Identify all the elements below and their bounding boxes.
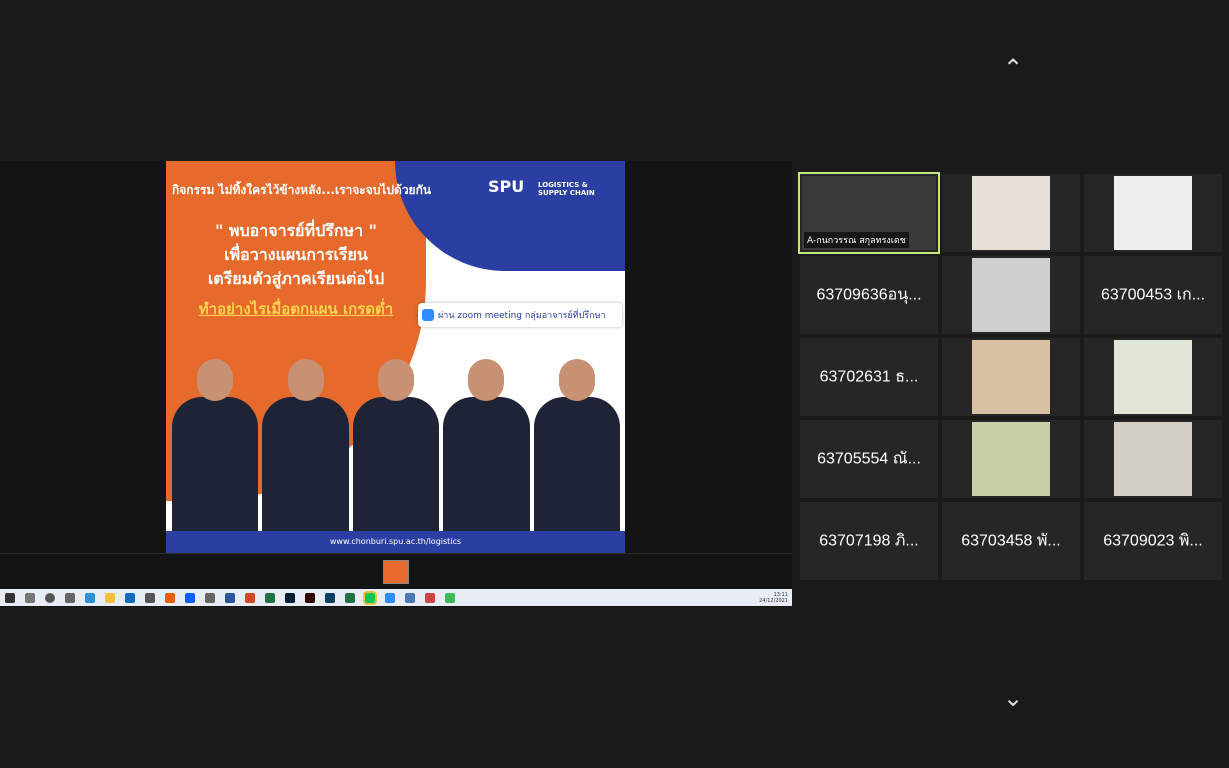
participant-tile[interactable]: A-กนกวรรณ สกุลทรงเดช: [798, 172, 940, 254]
search-icon[interactable]: [25, 592, 35, 603]
slide-footer-url: www.chonburi.spu.ac.th/logistics: [166, 531, 625, 553]
line-icon[interactable]: [363, 590, 377, 605]
participant-tile[interactable]: [942, 256, 1080, 334]
logistics-logo: LOGISTICS & SUPPLY CHAIN: [538, 181, 595, 197]
participant-video: [1114, 422, 1192, 496]
scroll-up-icon[interactable]: ⌃: [996, 56, 1030, 80]
participant-tile[interactable]: 63703458 พั...: [942, 502, 1080, 580]
paint-icon[interactable]: [425, 592, 435, 603]
photos-icon[interactable]: [405, 592, 415, 603]
zoom-meeting-badge: ผ่าน zoom meeting กลุ่มอาจารย์ที่ปรึกษา: [418, 303, 622, 327]
keyboard-icon[interactable]: [205, 592, 215, 603]
participant-video: [972, 176, 1050, 250]
firefox-icon[interactable]: [165, 592, 175, 603]
illustrator-icon[interactable]: [305, 592, 315, 603]
spu-logo: SPU: [488, 177, 525, 196]
powerpoint-icon[interactable]: [245, 592, 255, 603]
edge-icon[interactable]: [85, 592, 95, 603]
windows-taskbar: 13:11 24/12/2021: [0, 589, 792, 606]
excel-2-icon[interactable]: [345, 592, 355, 603]
task-view-icon[interactable]: [65, 592, 75, 603]
participant-tile[interactable]: 63709636อนุ...: [800, 256, 938, 334]
file-explorer-icon[interactable]: [105, 592, 115, 603]
participant-name: 63707198 ภิ...: [819, 532, 919, 550]
zoom-app-icon[interactable]: [385, 592, 395, 603]
participant-tile[interactable]: 63700453 เก...: [1084, 256, 1222, 334]
participant-gallery: A-กนกวรรณ สกุลทรงเดช 63709636อนุ... 637004…: [798, 172, 1224, 582]
participant-video: [1114, 340, 1192, 414]
shared-screen: กิจกรรม ไม่ทิ้งใครไว้ข้างหลัง...เราจะจบไ…: [0, 161, 792, 607]
app-icon[interactable]: [325, 592, 335, 603]
windows-start-icon[interactable]: [5, 592, 15, 603]
slide-title: " พบอาจารย์ที่ปรึกษา ": [215, 221, 377, 240]
participant-name: 63700453 เก...: [1100, 286, 1206, 304]
participant-tile[interactable]: [1084, 174, 1222, 252]
advisor-photo: [172, 351, 621, 531]
slide-header: กิจกรรม ไม่ทิ้งใครไว้ข้างหลัง...เราจะจบไ…: [172, 183, 432, 197]
participant-tile[interactable]: [942, 420, 1080, 498]
excel-icon[interactable]: [265, 592, 275, 603]
participant-name: 63702631 ธ...: [819, 368, 919, 386]
participant-tile[interactable]: 63705554 ณั...: [800, 420, 938, 498]
participant-name: 63703458 พั...: [961, 532, 1061, 550]
participant-name: 63709023 พิ...: [1103, 532, 1203, 550]
participant-tile[interactable]: 63707198 ภิ...: [800, 502, 938, 580]
store-icon[interactable]: [145, 592, 155, 603]
participant-tile[interactable]: [1084, 338, 1222, 416]
cortana-icon[interactable]: [45, 592, 55, 603]
participant-name: 63709636อนุ...: [816, 286, 922, 304]
slide-line-2: เพื่อวางแผนการเรียน: [224, 245, 368, 264]
participant-tile[interactable]: [1084, 420, 1222, 498]
dropbox-icon[interactable]: [185, 592, 195, 603]
photoshop-icon[interactable]: [285, 592, 295, 603]
zoom-icon: [422, 309, 434, 321]
participant-video: [972, 258, 1050, 332]
scroll-down-icon[interactable]: ⌄: [996, 686, 1030, 710]
green-app-icon[interactable]: [445, 592, 455, 603]
system-clock[interactable]: 13:11 24/12/2021: [759, 592, 788, 604]
participant-tile[interactable]: 63709023 พิ...: [1084, 502, 1222, 580]
mail-icon[interactable]: [125, 592, 135, 603]
participant-video: [972, 422, 1050, 496]
participant-tile[interactable]: [942, 338, 1080, 416]
thumbnail-strip: [0, 553, 792, 590]
word-icon[interactable]: [225, 592, 235, 603]
slide-line-4: ทำอย่างไรเมื่อตกแผน เกรดต่ำ: [198, 300, 394, 318]
slide-line-3: เตรียมตัวสู่ภาคเรียนต่อไป: [207, 269, 385, 288]
participant-video: [1114, 176, 1192, 250]
slide-thumbnail[interactable]: [383, 560, 409, 584]
participant-tile[interactable]: 63702631 ธ...: [800, 338, 938, 416]
participant-video: [972, 340, 1050, 414]
participant-name: 63705554 ณั...: [817, 450, 921, 468]
presentation-slide: กิจกรรม ไม่ทิ้งใครไว้ข้างหลัง...เราจะจบไ…: [166, 161, 625, 553]
participant-tile[interactable]: [942, 174, 1080, 252]
participant-name: A-กนกวรรณ สกุลทรงเดช: [804, 232, 909, 248]
